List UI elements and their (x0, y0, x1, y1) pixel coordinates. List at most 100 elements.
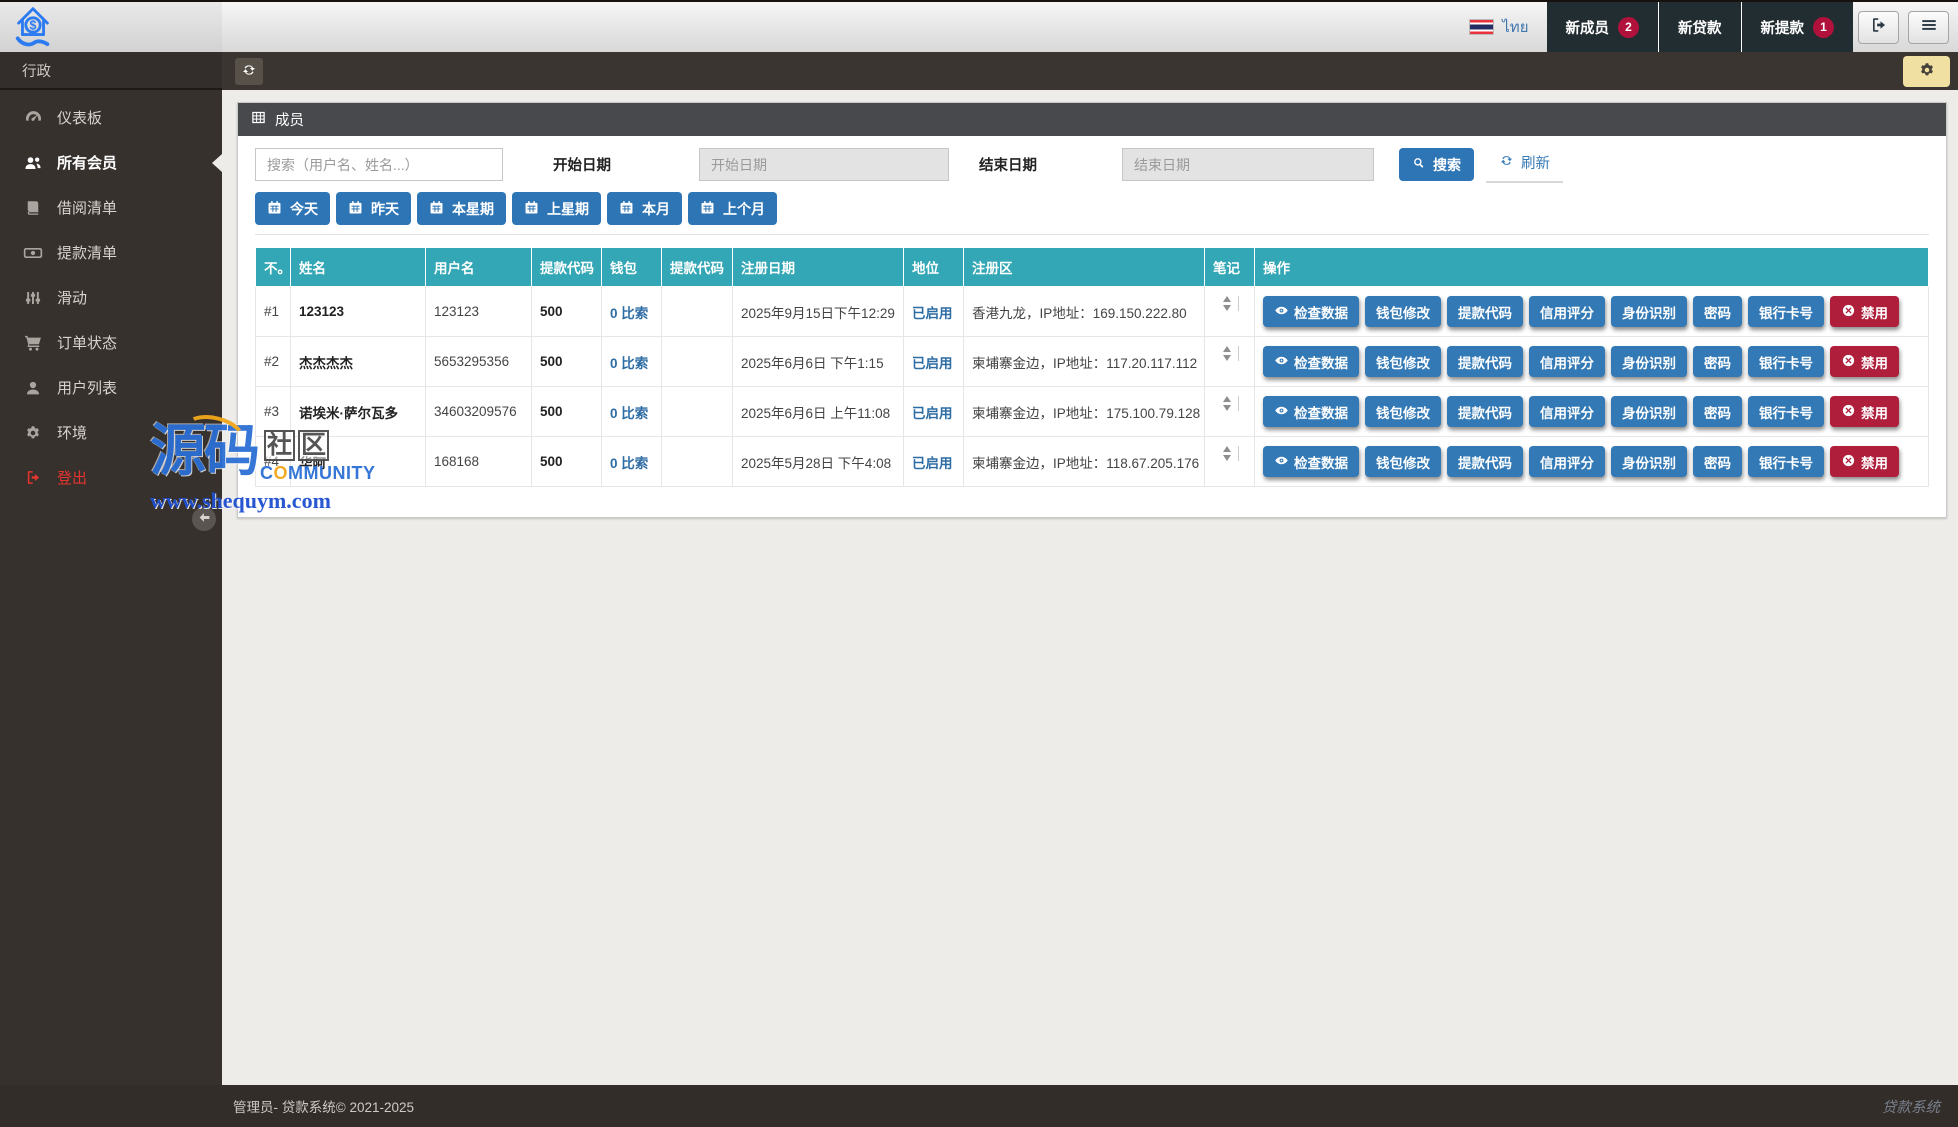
sidebar-item-withdraw-list[interactable]: 提款清单 (0, 230, 222, 275)
action-label: 检查数据 (1294, 352, 1348, 372)
identity-button[interactable]: 身份识别 (1611, 346, 1687, 377)
bank-card-button[interactable]: 银行卡号 (1748, 346, 1824, 377)
bank-card-button[interactable]: 银行卡号 (1748, 396, 1824, 427)
footer-copyright: 管理员- 贷款系统© 2021-2025 (233, 1096, 414, 1116)
credit-score-button[interactable]: 信用评分 (1529, 346, 1605, 377)
cell-withdraw-code2 (662, 437, 733, 487)
app-logo[interactable]: $ (0, 2, 222, 52)
search-button[interactable]: 搜索 (1399, 148, 1474, 181)
check-data-button[interactable]: 检查数据 (1263, 396, 1359, 427)
action-label: 提款代码 (1458, 352, 1512, 372)
new-loans-button[interactable]: 新贷款 (1658, 2, 1741, 52)
end-date-input[interactable] (1122, 148, 1374, 181)
note-spinner[interactable] (1221, 396, 1239, 411)
tachometer-icon (22, 108, 44, 127)
password-button[interactable]: 密码 (1693, 296, 1742, 327)
withdraw-code-button[interactable]: 提款代码 (1447, 446, 1523, 477)
range-label: 本星期 (452, 199, 494, 219)
users-icon (22, 153, 44, 173)
sidebar-item-all-members[interactable]: 所有会员 (0, 140, 222, 185)
logout-button[interactable] (1858, 11, 1899, 44)
cell-username: 5653295356 (426, 337, 532, 387)
start-date-input[interactable] (699, 148, 949, 181)
range-last-month-button[interactable]: 上个月 (688, 192, 777, 225)
eye-icon (1274, 403, 1289, 421)
calendar-icon (429, 200, 444, 218)
new-withdrawals-button[interactable]: 新提款 1 (1741, 2, 1854, 52)
identity-button[interactable]: 身份识别 (1611, 446, 1687, 477)
sidebar-item-order-status[interactable]: 订单状态 (0, 320, 222, 365)
refresh-page-button[interactable] (235, 58, 263, 85)
credit-score-button[interactable]: 信用评分 (1529, 446, 1605, 477)
sidebar-item-dashboard[interactable]: 仪表板 (0, 95, 222, 140)
note-spinner[interactable] (1221, 446, 1239, 461)
disable-button[interactable]: 禁用 (1830, 296, 1899, 327)
sidebar-item-logout[interactable]: 登出 (0, 455, 222, 500)
action-label: 提款代码 (1458, 402, 1512, 422)
sidebar-collapse-button[interactable] (192, 507, 216, 531)
range-this-week-button[interactable]: 本星期 (417, 192, 506, 225)
refresh-link[interactable]: 刷新 (1486, 146, 1563, 183)
identity-button[interactable]: 身份识别 (1611, 396, 1687, 427)
cell-no: #4 (256, 437, 291, 487)
note-spinner[interactable] (1221, 346, 1239, 361)
range-this-month-button[interactable]: 本月 (607, 192, 682, 225)
credit-score-button[interactable]: 信用评分 (1529, 296, 1605, 327)
sidebar-item-environment[interactable]: 环境 (0, 410, 222, 455)
cell-withdraw-code: 500 (532, 387, 602, 437)
range-today-button[interactable]: 今天 (255, 192, 330, 225)
action-label: 禁用 (1861, 352, 1888, 372)
sidebar-header: 行政 (0, 52, 222, 90)
new-members-button[interactable]: 新成员 2 (1547, 2, 1659, 52)
password-button[interactable]: 密码 (1693, 396, 1742, 427)
withdraw-code-button[interactable]: 提款代码 (1447, 396, 1523, 427)
end-date-label: 结束日期 (979, 154, 1037, 175)
circle-x-icon (1841, 403, 1856, 421)
disable-button[interactable]: 禁用 (1830, 346, 1899, 377)
search-input[interactable] (255, 148, 503, 181)
sidebar-menu: 仪表板 所有会员 借阅清单 (0, 90, 222, 500)
note-spinner[interactable] (1221, 296, 1239, 311)
action-label: 银行卡号 (1759, 302, 1813, 322)
wallet-edit-button[interactable]: 钱包修改 (1365, 346, 1441, 377)
table-grid-icon (251, 110, 266, 129)
cell-username: 34603209576 (426, 387, 532, 437)
range-yesterday-button[interactable]: 昨天 (336, 192, 411, 225)
col-register-area: 注册区 (964, 248, 1205, 287)
sidebar-item-user-list[interactable]: 用户列表 (0, 365, 222, 410)
range-last-week-button[interactable]: 上星期 (512, 192, 601, 225)
cell-withdraw-code: 500 (532, 287, 602, 337)
sidebar-item-loan-list[interactable]: 借阅清单 (0, 185, 222, 230)
circle-x-icon (1841, 353, 1856, 371)
wallet-edit-button[interactable]: 钱包修改 (1365, 296, 1441, 327)
menu-toggle-button[interactable] (1908, 11, 1949, 44)
credit-score-button[interactable]: 信用评分 (1529, 396, 1605, 427)
cell-no: #3 (256, 387, 291, 437)
check-data-button[interactable]: 检查数据 (1263, 446, 1359, 477)
check-data-button[interactable]: 检查数据 (1263, 296, 1359, 327)
col-actions: 操作 (1255, 248, 1929, 287)
password-button[interactable]: 密码 (1693, 446, 1742, 477)
cell-no: #2 (256, 337, 291, 387)
disable-button[interactable]: 禁用 (1830, 446, 1899, 477)
settings-gear-button[interactable] (1903, 56, 1950, 87)
cell-actions: 检查数据 钱包修改 提款代码 信用评分 身份识别 密码 银行卡号 禁用 (1255, 437, 1929, 487)
cell-wallet: 0 比索 (602, 387, 662, 437)
withdraw-code-button[interactable]: 提款代码 (1447, 346, 1523, 377)
check-data-button[interactable]: 检查数据 (1263, 346, 1359, 377)
language-switcher[interactable]: ไทย (1451, 2, 1546, 52)
password-button[interactable]: 密码 (1693, 346, 1742, 377)
bank-card-button[interactable]: 银行卡号 (1748, 296, 1824, 327)
bank-card-button[interactable]: 银行卡号 (1748, 446, 1824, 477)
disable-button[interactable]: 禁用 (1830, 396, 1899, 427)
gear-icon (22, 424, 44, 442)
wallet-edit-button[interactable]: 钱包修改 (1365, 396, 1441, 427)
identity-button[interactable]: 身份识别 (1611, 296, 1687, 327)
thailand-flag-icon (1469, 19, 1494, 35)
quick-range-row: 今天 昨天 本星期 上星期 本月 上个月 (255, 192, 1929, 225)
wallet-edit-button[interactable]: 钱包修改 (1365, 446, 1441, 477)
withdraw-code-button[interactable]: 提款代码 (1447, 296, 1523, 327)
action-label: 检查数据 (1294, 302, 1348, 322)
cell-register-area: 柬埔寨金边，IP地址：117.20.117.112 (964, 337, 1205, 387)
sidebar-item-sliders[interactable]: 滑动 (0, 275, 222, 320)
